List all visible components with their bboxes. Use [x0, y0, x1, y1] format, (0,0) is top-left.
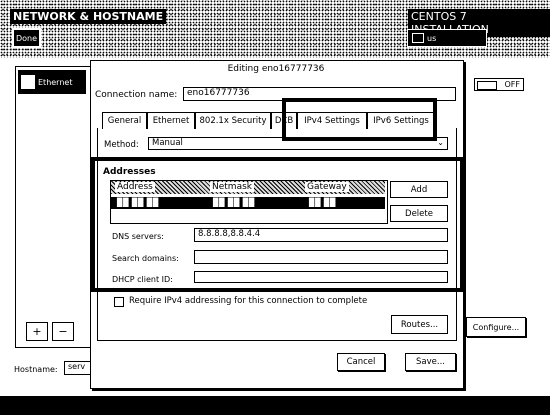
tabs-highlight-box: [282, 98, 437, 141]
gateway-cell[interactable]: ▉▉ ▉▉: [309, 198, 336, 207]
toggle-knob: [477, 81, 497, 90]
dialog-title: Editing eno16777736: [227, 64, 325, 74]
tab-ethernet[interactable]: Ethernet: [147, 112, 195, 129]
tab-general[interactable]: General: [102, 112, 147, 129]
addresses-title: Addresses: [103, 167, 156, 177]
chevron-down-icon: ⌄: [437, 138, 444, 147]
address-table-header: Address Netmask Gateway: [111, 181, 385, 194]
configure-button[interactable]: Configure...: [466, 317, 526, 337]
tab-802-1x-security[interactable]: 802.1x Security: [195, 112, 271, 129]
routes-button[interactable]: Routes...: [391, 315, 448, 334]
keyboard-layout-label: us: [427, 33, 437, 43]
search-domains-input[interactable]: [194, 250, 448, 264]
remove-device-button[interactable]: −: [52, 322, 74, 341]
hostname-label: Hostname:: [14, 365, 58, 374]
save-button[interactable]: Save...: [405, 353, 456, 371]
bottom-bar: [0, 396, 550, 415]
require-ipv4-checkbox[interactable]: [114, 297, 124, 307]
address-row[interactable]: ▉▉ ▉▉ ▉▉ ▉▉ ▉▉ ▉▉ ▉▉ ▉▉: [111, 197, 385, 209]
ethernet-icon: [21, 75, 35, 89]
page-title: NETWORK & HOSTNAME: [10, 9, 167, 24]
keyboard-icon: [412, 33, 424, 43]
device-item-ethernet[interactable]: Ethernet: [18, 70, 86, 94]
dhcp-client-id-input[interactable]: [194, 271, 448, 283]
method-value: Manual: [152, 138, 183, 148]
dns-servers-input[interactable]: 8.8.8.8,8.8.4.4: [194, 228, 448, 242]
method-label: Method:: [104, 140, 139, 150]
method-select[interactable]: Manual ⌄: [148, 137, 448, 150]
dhcp-client-id-label: DHCP client ID:: [112, 275, 173, 284]
search-domains-label: Search domains:: [112, 254, 179, 263]
keyboard-layout-indicator[interactable]: us: [407, 29, 487, 47]
connection-name-label: Connection name:: [95, 90, 178, 100]
column-header-address: Address: [115, 182, 155, 192]
device-label: Ethernet: [38, 77, 73, 87]
add-device-button[interactable]: +: [26, 322, 48, 341]
netmask-cell[interactable]: ▉▉ ▉▉ ▉▉: [213, 198, 255, 207]
toggle-label: OFF: [504, 80, 521, 89]
cancel-button[interactable]: Cancel: [337, 353, 385, 371]
address-cell[interactable]: ▉▉ ▉▉ ▉▉: [117, 198, 159, 207]
done-button[interactable]: Done: [12, 28, 41, 48]
column-header-gateway: Gateway: [305, 182, 349, 192]
column-header-netmask: Netmask: [210, 182, 254, 192]
dns-servers-label: DNS servers:: [112, 232, 164, 241]
delete-address-button[interactable]: Delete: [390, 205, 448, 222]
add-address-button[interactable]: Add: [390, 181, 448, 198]
network-device-list: [15, 66, 92, 348]
require-ipv4-label: Require IPv4 addressing for this connect…: [129, 296, 368, 306]
connection-toggle[interactable]: OFF: [474, 78, 524, 91]
